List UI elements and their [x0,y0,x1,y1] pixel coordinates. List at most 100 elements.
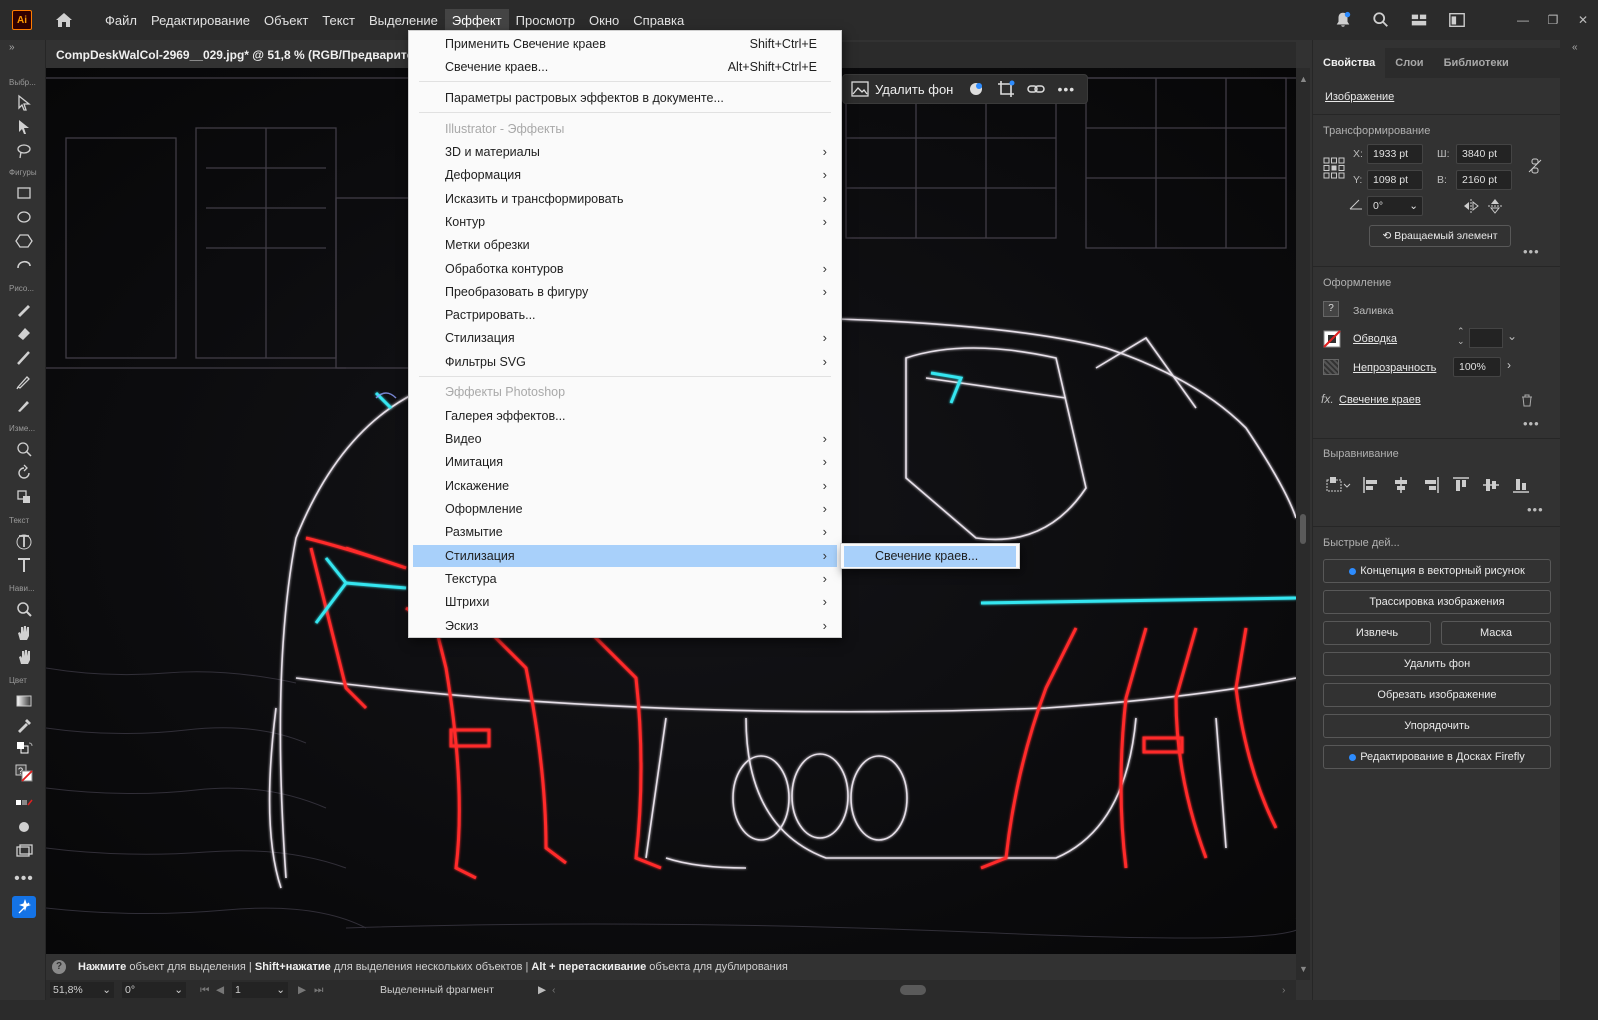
remove-background-panel-button[interactable]: Удалить фон [1323,652,1551,676]
menu-item-distort-transform[interactable]: Исказить и трансформировать › [413,188,837,210]
vectorize-concept-button[interactable]: Концепция в векторный рисунок [1323,559,1551,583]
type-on-path-tool-icon[interactable] [12,530,36,552]
lasso-tool-icon[interactable] [12,140,36,162]
zoom-field[interactable]: 51,8% ⌄ [50,982,114,998]
pencil-tool-icon[interactable] [12,370,36,392]
align-right-icon[interactable] [1421,475,1441,495]
previous-artboard-icon[interactable]: ◀ [216,982,224,998]
edit-in-firefly-boards-button[interactable]: Редактирование в Досках Firefly [1323,745,1551,769]
hand-tool-icon[interactable] [12,622,36,644]
y-field[interactable]: 1098 pt [1367,170,1423,190]
mask-button[interactable]: Маска [1441,621,1551,645]
opacity-icon[interactable] [1323,359,1339,375]
object-type-link[interactable]: Изображение [1325,91,1394,103]
rotatable-element-button[interactable]: ⟲ Вращаемый элемент [1369,225,1511,247]
menu-item-blur[interactable]: Размытие › [413,521,837,543]
last-artboard-icon[interactable]: ⏭ [314,982,323,998]
flip-vertical-icon[interactable] [1487,198,1503,217]
eyedropper-tool-icon[interactable] [12,714,36,736]
align-vertical-center-icon[interactable] [1481,475,1501,495]
fill-swatch-icon[interactable]: ? [1323,301,1339,317]
blob-brush-tool-icon[interactable] [12,394,36,416]
scroll-right-icon[interactable]: › [1282,982,1286,998]
chevron-down-icon[interactable]: ⌄ [1409,197,1418,215]
rotation-angle-field[interactable]: 0° ⌄ [1367,196,1423,216]
tab-libraries[interactable]: Библиотеки [1434,48,1519,78]
more-tools-icon[interactable]: ••• [12,868,36,890]
opacity-link[interactable]: Непрозрачность [1353,362,1436,374]
submenu-item-glowing-edges[interactable]: Свечение краев... [844,546,1016,567]
draw-mode-icon[interactable] [12,816,36,838]
width-field[interactable]: 3840 pt [1456,144,1512,164]
menu-help[interactable]: Справка [626,9,691,32]
menu-item-convert-to-shape[interactable]: Преобразовать в фигуру › [413,281,837,303]
stroke-link[interactable]: Обводка [1353,333,1397,345]
collapse-panels-icon[interactable]: « [1572,42,1578,53]
menu-item-design[interactable]: Оформление › [413,498,837,520]
rectangle-tool-icon[interactable] [12,182,36,204]
rotate-view-tool-icon[interactable] [12,646,36,668]
color-mode-icon[interactable] [12,792,36,814]
first-artboard-icon[interactable]: ⏮ [200,982,209,998]
extract-button[interactable]: Извлечь [1323,621,1431,645]
more-transform-options-icon[interactable]: ••• [1523,244,1540,259]
more-align-options-icon[interactable]: ••• [1527,502,1544,517]
swap-colors-icon[interactable] [12,738,36,760]
mask-icon[interactable] [961,74,991,104]
minimize-button[interactable]: — [1508,13,1538,27]
image-trace-button[interactable]: Трассировка изображения [1323,590,1551,614]
bell-icon[interactable] [1332,9,1354,31]
menu-edit[interactable]: Редактирование [144,9,257,32]
menu-window[interactable]: Окно [582,9,626,32]
reference-point-icon[interactable] [1323,157,1345,182]
remove-background-button[interactable]: Удалить фон [843,74,961,104]
height-field[interactable]: 2160 pt [1456,170,1512,190]
scroll-down-icon[interactable]: ▼ [1299,964,1308,974]
menu-object[interactable]: Объект [257,9,315,32]
menu-item-stylize-illustrator[interactable]: Стилизация › [413,327,837,349]
align-top-icon[interactable] [1451,475,1471,495]
type-tool-icon[interactable] [12,554,36,576]
menu-item-distort[interactable]: Искажение › [413,475,837,497]
scale-tool-icon[interactable] [12,486,36,508]
more-appearance-options-icon[interactable]: ••• [1523,416,1540,431]
glowing-edges-effect-link[interactable]: Свечение краев [1339,394,1421,406]
menu-item-svg-filters[interactable]: Фильтры SVG › [413,351,837,373]
menu-item-apply-glowing-edges[interactable]: Применить Свечение краев Shift+Ctrl+E [413,33,837,55]
canvas-vertical-scrollbar[interactable]: ▲ ▼ [1296,68,1310,980]
next-artboard-icon[interactable]: ▶ [298,982,306,998]
menu-item-3d-materials[interactable]: 3D и материалы › [413,141,837,163]
flip-horizontal-icon[interactable] [1463,198,1479,217]
menu-item-warp[interactable]: Деформация › [413,164,837,186]
chevron-down-icon[interactable]: ⌄ [102,982,111,998]
chevron-down-icon[interactable]: ⌄ [1507,329,1517,343]
close-button[interactable]: ✕ [1568,13,1598,27]
opacity-field[interactable]: 100% [1453,357,1501,377]
home-icon[interactable] [54,10,74,30]
crop-icon[interactable] [991,74,1021,104]
chevron-down-icon[interactable]: ⌄ [1457,336,1465,347]
crop-image-button[interactable]: Обрезать изображение [1323,683,1551,707]
maximize-button[interactable]: ❐ [1538,13,1568,27]
rotate-tool-icon[interactable] [12,462,36,484]
align-to-selection-icon[interactable] [1325,475,1351,495]
menu-item-glowing-edges[interactable]: Свечение краев... Alt+Shift+Ctrl+E [413,56,837,78]
chevron-down-icon[interactable]: ⌄ [276,982,285,998]
scroll-up-icon[interactable]: ▲ [1299,74,1308,84]
trash-icon[interactable] [1521,394,1533,410]
selection-tool-icon[interactable] [12,92,36,114]
menu-item-rasterize[interactable]: Растрировать... [413,304,837,326]
stroke-swatch-icon[interactable] [1323,330,1341,351]
collapse-toolbar-icon[interactable]: » [9,42,15,53]
link-icon[interactable] [1021,74,1051,104]
help-icon[interactable]: ? [52,960,66,974]
menu-effect[interactable]: Эффект [444,8,509,32]
constrain-proportions-icon[interactable] [1527,158,1543,177]
menu-item-effect-gallery[interactable]: Галерея эффектов... [413,405,837,427]
app-logo[interactable]: Ai [12,10,32,30]
menu-select[interactable]: Выделение [362,9,445,32]
stroke-weight-field[interactable] [1469,328,1503,348]
shaper-tool-icon[interactable] [12,254,36,276]
fill-stroke-icon[interactable]: ? [12,762,36,784]
zoom-tool-icon[interactable] [12,598,36,620]
